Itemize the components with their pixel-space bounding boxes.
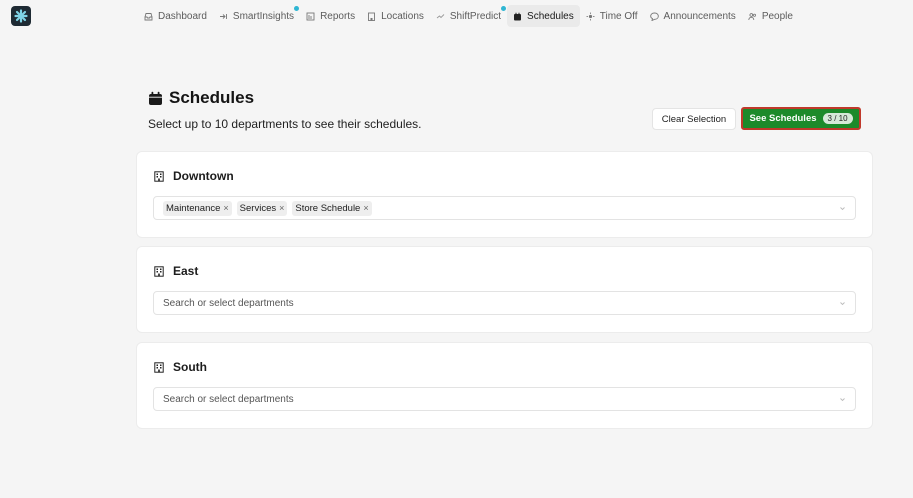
nav-reports[interactable]: Reports <box>300 5 361 27</box>
trend-icon <box>436 12 445 21</box>
top-nav: Dashboard SmartInsights Reports Location… <box>138 5 799 27</box>
logo-icon <box>14 9 28 23</box>
sun-icon <box>586 12 595 21</box>
nav-people[interactable]: People <box>742 5 799 27</box>
building-icon <box>154 265 164 277</box>
nav-label: Dashboard <box>158 10 207 22</box>
department-chip: Store Schedule × <box>292 200 372 216</box>
inbox-icon <box>144 12 153 21</box>
chip-label: Store Schedule <box>295 202 361 214</box>
app-logo[interactable] <box>11 6 31 26</box>
location-name: Downtown <box>173 169 234 183</box>
remove-chip-icon[interactable]: × <box>279 203 284 213</box>
nav-shiftpredict[interactable]: ShiftPredict <box>430 5 507 27</box>
department-select[interactable]: Search or select departments <box>153 291 856 315</box>
notification-dot <box>501 6 507 11</box>
nav-label: People <box>761 10 793 22</box>
building-icon <box>154 170 164 182</box>
chip-label: Services <box>239 202 277 214</box>
nav-label: Locations <box>381 10 424 22</box>
see-schedules-label: See Schedules <box>749 113 817 124</box>
nav-label: Reports <box>320 10 356 22</box>
nav-locations[interactable]: Locations <box>361 5 430 27</box>
chevron-down-icon[interactable] <box>839 205 846 212</box>
chip-label: Maintenance <box>166 202 221 214</box>
location-header: South <box>154 360 207 374</box>
nav-label: SmartInsights <box>232 10 295 22</box>
remove-chip-icon[interactable]: × <box>363 203 368 213</box>
location-card-east: East Search or select departments <box>136 246 873 333</box>
location-header: East <box>154 264 198 278</box>
remove-chip-icon[interactable]: × <box>223 203 228 213</box>
chevron-down-icon[interactable] <box>839 396 846 403</box>
department-select[interactable]: Search or select departments <box>153 387 856 411</box>
nav-time-off[interactable]: Time Off <box>580 5 644 27</box>
people-icon <box>748 12 757 21</box>
building-icon <box>367 12 376 21</box>
location-name: East <box>173 264 199 278</box>
department-chip: Services × <box>236 200 288 216</box>
page-title-row: Schedules <box>148 88 422 108</box>
select-placeholder: Search or select departments <box>163 393 294 405</box>
department-select[interactable]: Maintenance × Services × Store Schedule … <box>153 196 856 220</box>
location-card-south: South Search or select departments <box>136 342 873 429</box>
page-subtitle: Select up to 10 departments to see their… <box>148 117 422 131</box>
building-icon <box>154 361 164 373</box>
notification-dot <box>294 6 300 11</box>
nav-label: Schedules <box>527 10 574 22</box>
page-header: Schedules Select up to 10 departments to… <box>148 88 422 131</box>
nav-label: Announcements <box>663 10 736 22</box>
location-name: South <box>173 360 207 374</box>
location-card-downtown: Downtown Maintenance × Services × Store … <box>136 151 873 238</box>
nav-dashboard[interactable]: Dashboard <box>138 5 213 27</box>
see-schedules-button[interactable]: See Schedules 3 / 10 <box>741 107 861 130</box>
location-header: Downtown <box>154 169 234 183</box>
clear-selection-button[interactable]: Clear Selection <box>652 108 736 130</box>
nav-announcements[interactable]: Announcements <box>644 5 742 27</box>
nav-label: Time Off <box>599 10 638 22</box>
arrow-in-icon <box>219 12 228 21</box>
select-placeholder: Search or select departments <box>163 297 294 309</box>
nav-schedules[interactable]: Schedules <box>507 5 580 27</box>
nav-smartinsights[interactable]: SmartInsights <box>213 5 300 27</box>
page-title: Schedules <box>169 88 255 107</box>
chat-icon <box>649 12 659 21</box>
report-icon <box>306 12 315 21</box>
selection-count-badge: 3 / 10 <box>822 113 853 124</box>
chevron-down-icon[interactable] <box>839 300 846 307</box>
calendar-icon <box>513 12 522 21</box>
calendar-icon <box>149 91 162 105</box>
nav-label: ShiftPredict <box>449 10 502 22</box>
department-chip: Maintenance × <box>163 200 232 216</box>
